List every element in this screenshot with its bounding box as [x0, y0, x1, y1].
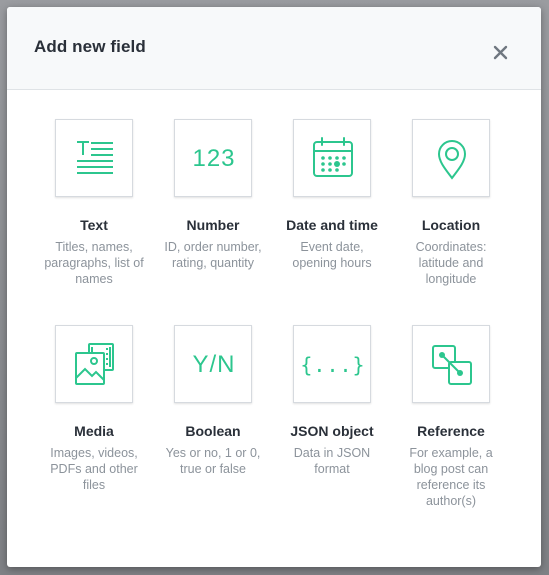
close-icon — [493, 45, 508, 60]
field-type-tile[interactable]: 123 — [174, 119, 252, 197]
field-type-tile[interactable]: Y/N — [174, 325, 252, 403]
field-type-json-object[interactable]: {...} JSON object Data in JSON format — [278, 325, 397, 515]
field-type-name: Reference — [417, 423, 485, 439]
field-type-description: Yes or no, 1 or 0, true or false — [165, 446, 261, 476]
field-type-tile[interactable]: {...} — [293, 325, 371, 403]
text-lines-icon — [77, 141, 113, 174]
location-pin-icon — [437, 140, 467, 180]
field-type-name: Media — [74, 423, 114, 439]
field-type-name: JSON object — [290, 423, 374, 439]
field-type-text[interactable]: Text Titles, names, paragraphs, list of … — [40, 119, 159, 289]
boolean-icon: Y/N — [192, 351, 236, 378]
field-type-name: Location — [421, 217, 481, 233]
dialog-header: Add new field — [7, 7, 541, 90]
field-type-description: Titles, names, paragraphs, list of names — [44, 240, 144, 286]
dialog-title: Add new field — [34, 37, 146, 56]
field-type-tile[interactable] — [412, 119, 490, 197]
field-type-description: Coordinates: latitude and longitude — [415, 240, 487, 286]
json-braces-icon: {...} — [300, 353, 366, 377]
field-type-name: Boolean — [185, 423, 241, 439]
field-type-name: Date and time — [286, 217, 378, 233]
calendar-icon — [313, 137, 353, 177]
field-type-reference[interactable]: Reference For example, a blog post can r… — [397, 325, 516, 525]
field-type-date-and-time[interactable]: Date and time Event date, opening hours — [278, 119, 397, 289]
field-type-description: Images, videos, PDFs and other files — [50, 446, 138, 492]
add-field-dialog: Add new field Text Titles, names, paragr… — [7, 7, 541, 567]
field-type-tile[interactable] — [293, 119, 371, 197]
field-type-number[interactable]: 123 Number ID, order number, rating, qua… — [159, 119, 278, 289]
field-type-name: Text — [80, 217, 108, 233]
field-type-description: ID, order number, rating, quantity — [164, 240, 262, 270]
media-images-icon — [75, 343, 114, 385]
number-icon: 123 — [192, 145, 236, 172]
field-type-name: Number — [186, 217, 240, 233]
field-type-media[interactable]: Media Images, videos, PDFs and other fil… — [40, 325, 159, 515]
close-button[interactable] — [490, 42, 512, 64]
field-type-tile[interactable] — [412, 325, 490, 403]
field-type-boolean[interactable]: Y/N Boolean Yes or no, 1 or 0, true or f… — [159, 325, 278, 515]
field-type-location[interactable]: Location Coordinates: latitude and longi… — [397, 119, 516, 289]
field-type-description: For example, a blog post can reference i… — [409, 446, 493, 508]
field-type-tile[interactable] — [55, 325, 133, 403]
field-type-description: Event date, opening hours — [292, 240, 372, 270]
field-type-tile[interactable] — [55, 119, 133, 197]
field-type-description: Data in JSON format — [293, 446, 371, 476]
reference-link-icon — [432, 345, 472, 385]
